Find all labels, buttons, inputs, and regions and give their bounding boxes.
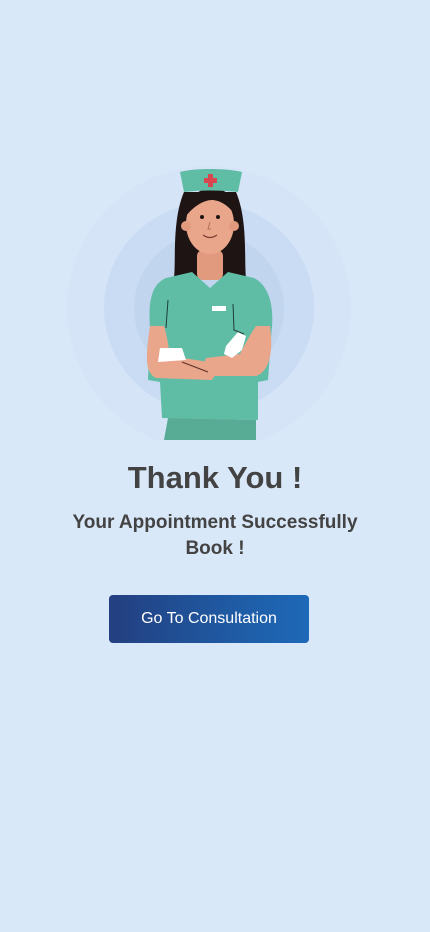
- cap-cross-horizontal: [204, 178, 217, 183]
- confirmation-message: Your Appointment Successfully Book !: [72, 512, 358, 559]
- nurse-illustration-icon: [0, 150, 430, 440]
- glove-left: [158, 348, 186, 362]
- ear-left: [181, 221, 191, 231]
- confirmation-title: Thank You !: [127, 460, 303, 495]
- go-to-consultation-button[interactable]: Go To Consultation: [109, 595, 309, 643]
- neck: [197, 250, 223, 280]
- ear-right: [229, 221, 239, 231]
- eye-left: [200, 215, 204, 219]
- scrubs-pocket: [212, 306, 226, 311]
- eye-right: [216, 215, 220, 219]
- appointment-success-screen: Thank You ! Your Appointment Successfull…: [0, 0, 430, 932]
- scrubs-pants: [164, 418, 256, 440]
